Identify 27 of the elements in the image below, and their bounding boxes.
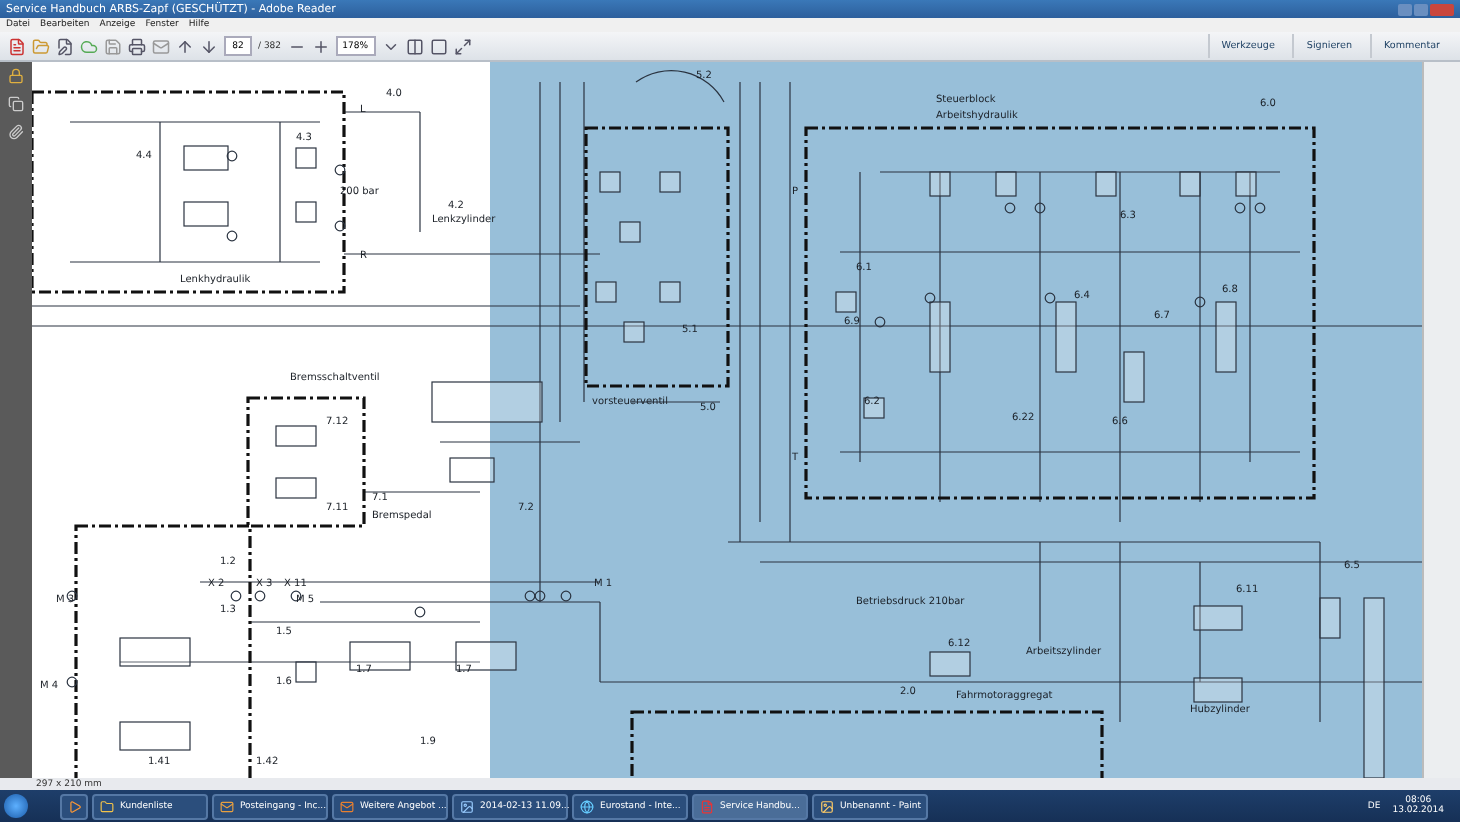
document-icon xyxy=(700,799,714,813)
folder-icon[interactable] xyxy=(32,37,50,55)
save-icon[interactable] xyxy=(104,37,122,55)
paint-icon xyxy=(820,799,834,813)
mail-icon[interactable] xyxy=(152,37,170,55)
envelope-icon xyxy=(220,799,234,813)
edit-icon[interactable] xyxy=(56,37,74,55)
fit-page-icon[interactable] xyxy=(405,37,424,55)
document-icon[interactable] xyxy=(8,37,26,55)
folder-icon xyxy=(100,799,114,813)
scroll-bar[interactable] xyxy=(1422,62,1460,778)
envelope-icon xyxy=(340,799,354,813)
arrow-down-icon[interactable] xyxy=(200,37,218,55)
lock-icon[interactable] xyxy=(7,68,25,86)
start-button[interactable] xyxy=(4,794,28,818)
media-player-button[interactable] xyxy=(60,793,88,819)
expand-icon[interactable] xyxy=(453,37,472,55)
cloud-icon[interactable] xyxy=(80,37,98,55)
arrow-up-icon[interactable] xyxy=(176,37,194,55)
pages-icon[interactable] xyxy=(7,96,25,114)
fit-width-icon[interactable] xyxy=(429,37,448,55)
paperclip-icon[interactable] xyxy=(7,124,25,142)
image-icon xyxy=(460,799,474,813)
play-icon xyxy=(68,799,82,813)
print-icon[interactable] xyxy=(128,37,146,55)
globe-icon xyxy=(580,799,594,813)
zoom-in-icon[interactable] xyxy=(311,37,330,55)
